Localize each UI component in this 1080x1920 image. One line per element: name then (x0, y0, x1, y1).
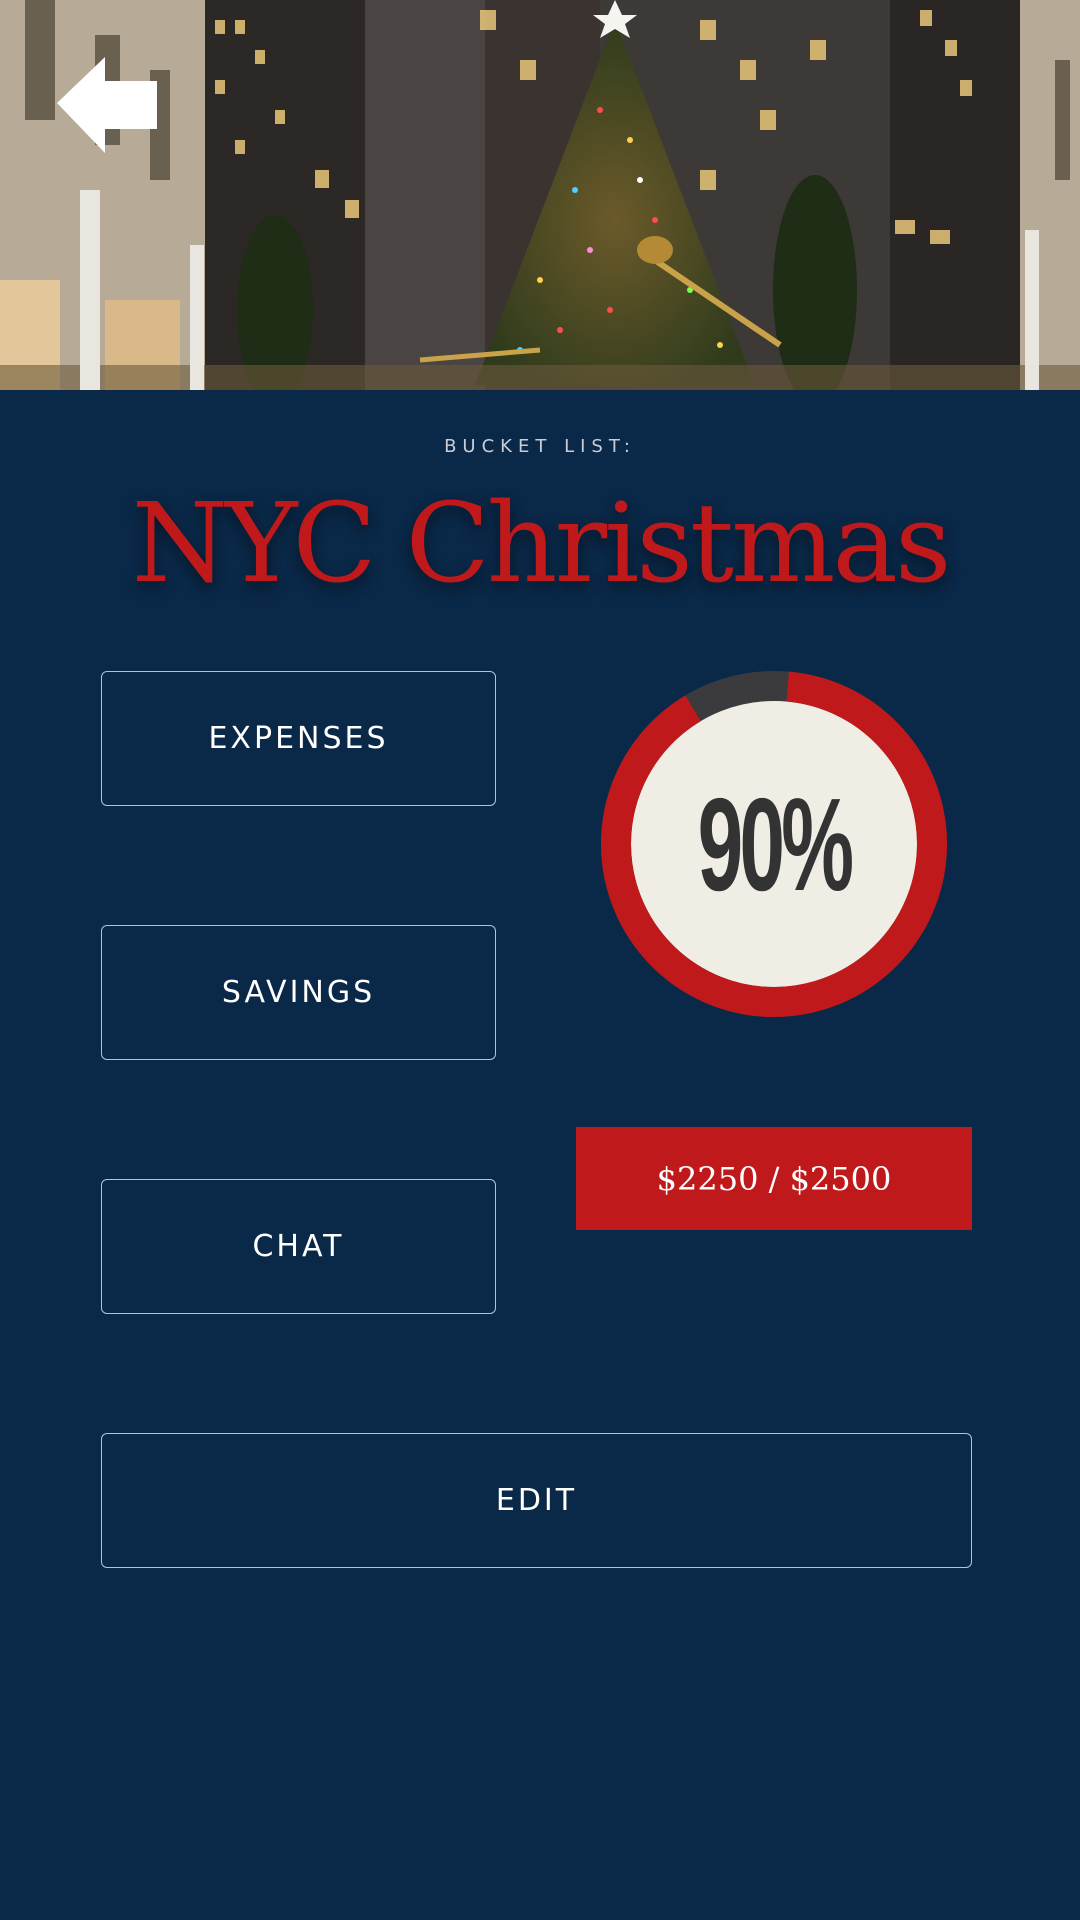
savings-button[interactable]: SAVINGS (101, 925, 496, 1060)
progress-ring: 90% (600, 670, 948, 1018)
savings-amount-badge: $2250 / $2500 (576, 1127, 972, 1230)
edit-button[interactable]: EDIT (101, 1433, 972, 1568)
chat-button[interactable]: CHAT (101, 1179, 496, 1314)
page-title: NYC Christmas (131, 479, 952, 607)
section-eyebrow: BUCKET LIST: (444, 436, 636, 457)
expenses-button[interactable]: EXPENSES (101, 671, 496, 806)
savings-amount-text: $2250 / $2500 (656, 1159, 892, 1198)
back-button[interactable] (55, 55, 165, 155)
progress-percent: 90% (697, 770, 854, 918)
hero-image (0, 0, 1080, 390)
arrow-left-icon (57, 57, 157, 153)
